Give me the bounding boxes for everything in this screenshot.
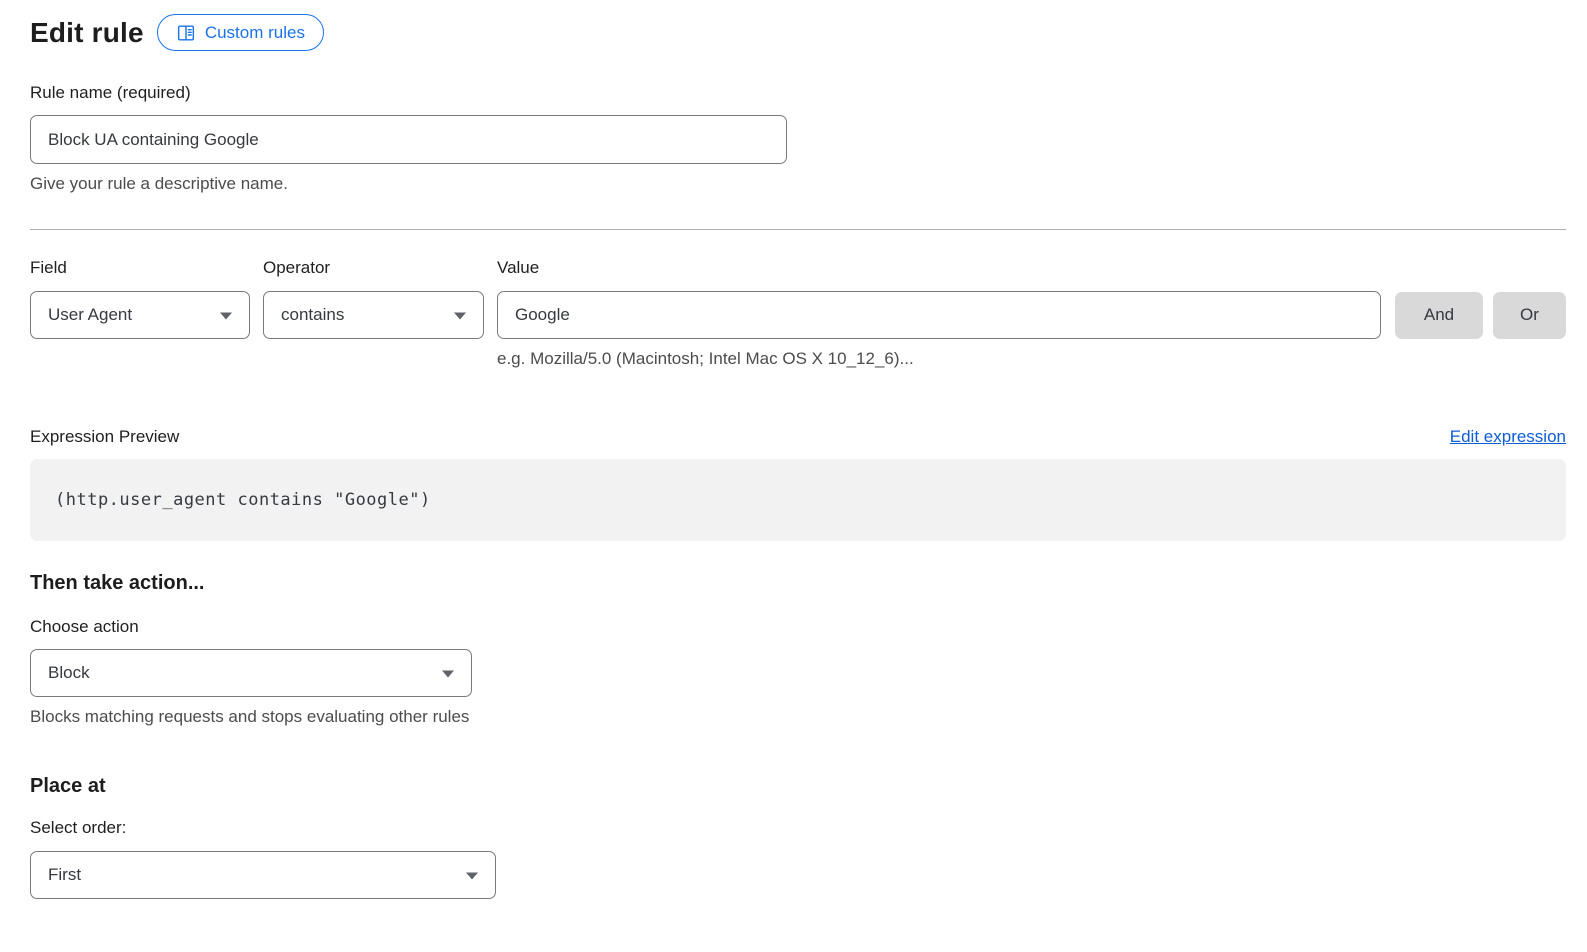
page-title: Edit rule xyxy=(30,17,144,49)
condition-labels-row: Field Operator Value xyxy=(30,257,1566,278)
page-header: Edit rule Custom rules xyxy=(30,14,1566,51)
condition-row: User Agent contains And Or xyxy=(30,291,1566,339)
order-select[interactable]: First xyxy=(30,851,496,899)
placement-section: Place at Select order: First xyxy=(30,775,1566,899)
caret-down-icon xyxy=(454,305,466,325)
custom-rules-button[interactable]: Custom rules xyxy=(157,14,324,51)
caret-down-icon xyxy=(466,865,478,885)
action-select-value: Block xyxy=(48,663,90,683)
caret-down-icon xyxy=(442,663,454,683)
edit-rule-form: Edit rule Custom rules Rule name (requir… xyxy=(30,14,1566,899)
rule-name-section: Rule name (required) Give your rule a de… xyxy=(30,82,1566,194)
expression-code: (http.user_agent contains "Google") xyxy=(55,490,431,510)
book-icon xyxy=(176,23,196,43)
custom-rules-button-label: Custom rules xyxy=(205,23,305,43)
select-order-label: Select order: xyxy=(30,817,1566,838)
field-select-value: User Agent xyxy=(48,305,132,325)
expression-preview-label: Expression Preview xyxy=(30,426,179,447)
field-label: Field xyxy=(30,257,263,278)
expression-header: Expression Preview Edit expression xyxy=(30,426,1566,447)
and-button[interactable]: And xyxy=(1395,292,1483,339)
value-label: Value xyxy=(497,257,539,278)
action-helper: Blocks matching requests and stops evalu… xyxy=(30,706,1566,727)
expression-preview-box: (http.user_agent contains "Google") xyxy=(30,459,1566,541)
action-heading: Then take action... xyxy=(30,572,1566,595)
value-helper: e.g. Mozilla/5.0 (Macintosh; Intel Mac O… xyxy=(497,348,1566,369)
value-field-wrap xyxy=(497,291,1381,339)
rule-name-label: Rule name (required) xyxy=(30,82,1566,103)
field-select[interactable]: User Agent xyxy=(30,291,250,339)
edit-rule-page: Edit rule Custom rules Rule name (requir… xyxy=(0,0,1587,952)
section-divider xyxy=(30,229,1566,230)
order-select-value: First xyxy=(48,865,81,885)
value-input[interactable] xyxy=(497,291,1381,339)
caret-down-icon xyxy=(220,305,232,325)
place-at-heading: Place at xyxy=(30,775,1566,798)
action-select[interactable]: Block xyxy=(30,649,472,697)
choose-action-label: Choose action xyxy=(30,616,1566,637)
edit-expression-link[interactable]: Edit expression xyxy=(1450,427,1566,447)
rule-name-helper: Give your rule a descriptive name. xyxy=(30,173,1566,194)
action-section: Then take action... Choose action Block … xyxy=(30,572,1566,727)
rule-name-input[interactable] xyxy=(30,115,787,164)
operator-label: Operator xyxy=(263,257,497,278)
operator-select-value: contains xyxy=(281,305,344,325)
operator-select[interactable]: contains xyxy=(263,291,484,339)
or-button[interactable]: Or xyxy=(1493,292,1566,339)
